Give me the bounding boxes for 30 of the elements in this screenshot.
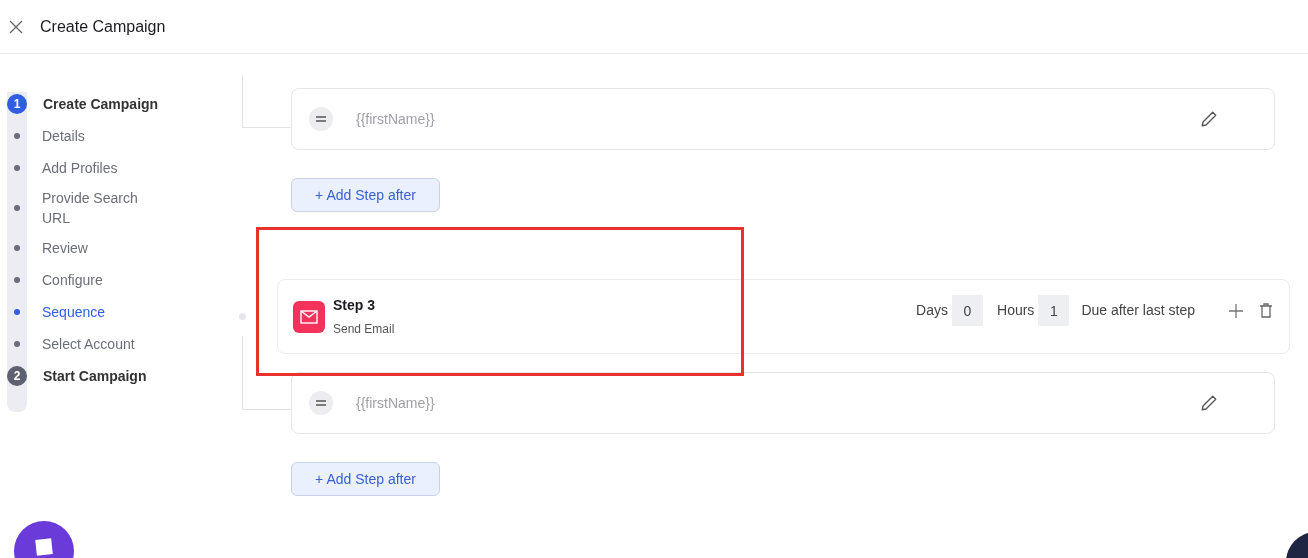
substep-label[interactable]: Configure <box>42 270 162 290</box>
close-icon[interactable] <box>9 19 23 34</box>
step-subtitle: Send Email <box>333 321 395 338</box>
substep-label[interactable]: Provide Search URL <box>42 188 162 228</box>
add-icon[interactable] <box>1229 303 1243 318</box>
add-step-button[interactable]: + Add Step after <box>291 462 440 496</box>
substep-label[interactable]: Details <box>42 126 162 146</box>
drag-handle-icon[interactable] <box>309 107 333 131</box>
substep-label[interactable]: Select Account <box>42 334 162 354</box>
substep-label[interactable]: Add Profiles <box>42 158 162 178</box>
edit-icon[interactable] <box>1200 394 1218 412</box>
message-text: {{firstName}} <box>356 109 435 129</box>
substep-label[interactable]: Sequence <box>42 302 162 322</box>
due-text: Due after last step <box>1081 301 1195 320</box>
step-title: Step 3 <box>333 296 376 315</box>
hours-field[interactable]: 1 <box>1038 295 1070 326</box>
mail-icon <box>293 300 325 333</box>
edit-icon[interactable] <box>1200 110 1218 128</box>
delete-icon[interactable] <box>1259 303 1273 318</box>
hours-label: Hours <box>997 301 1035 320</box>
days-field[interactable]: 0 <box>952 295 983 326</box>
chat-icon <box>35 538 53 556</box>
add-step-button[interactable]: + Add Step after <box>291 178 440 212</box>
drag-handle-icon[interactable] <box>309 391 333 415</box>
step-label[interactable]: Create Campaign <box>43 93 159 115</box>
days-label: Days <box>916 301 948 320</box>
message-text: {{firstName}} <box>356 393 435 413</box>
window-title: Create Campaign <box>40 16 166 37</box>
substep-label[interactable]: Review <box>42 238 162 258</box>
step-label[interactable]: Start Campaign <box>43 365 147 387</box>
